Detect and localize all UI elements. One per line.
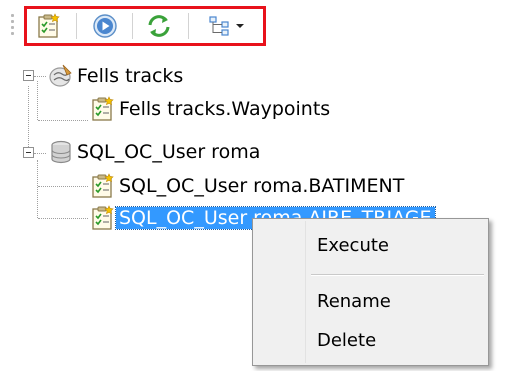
tree-node-batiment[interactable]: SQL_OC_User roma.BATIMENT — [90, 169, 407, 203]
toolbar — [0, 0, 505, 56]
tree-node-label: Fells tracks.Waypoints — [119, 98, 331, 120]
menu-item-delete[interactable]: Delete — [317, 330, 376, 351]
refresh-button[interactable] — [142, 9, 176, 43]
refresh-icon — [148, 15, 170, 37]
tree-node-fells-tracks[interactable]: Fells tracks — [48, 59, 186, 93]
tree-node-label: SQL_OC_User roma.BATIMENT — [119, 175, 405, 197]
new-query-button[interactable] — [32, 9, 66, 43]
database-icon — [51, 140, 71, 164]
tree-node-label: SQL_OC_User roma — [77, 141, 261, 163]
toolbar-grip[interactable] — [10, 14, 16, 40]
new-query-icon — [38, 13, 60, 38]
menu-separator — [311, 274, 484, 276]
query-icon — [92, 173, 114, 198]
tree-node-sql-oc-user-roma[interactable]: SQL_OC_User roma — [48, 135, 263, 169]
context-menu: Execute Rename Delete — [252, 218, 489, 366]
tree-view-dropdown-button[interactable] — [196, 9, 256, 43]
menu-item-execute[interactable]: Execute — [317, 235, 389, 256]
tree-node-waypoints[interactable]: Fells tracks.Waypoints — [90, 92, 333, 126]
query-icon — [92, 205, 114, 230]
execute-icon — [93, 14, 117, 38]
execute-button[interactable] — [88, 9, 122, 43]
layer-source-icon — [49, 64, 72, 87]
query-icon — [92, 96, 114, 121]
collapse-toggle[interactable] — [23, 147, 34, 158]
chevron-down-icon — [236, 24, 244, 28]
tree-node-label: Fells tracks — [77, 65, 184, 87]
collapse-toggle[interactable] — [23, 70, 34, 81]
menu-icon-gutter — [255, 221, 306, 363]
tree-view-icon — [209, 16, 229, 36]
menu-item-rename[interactable]: Rename — [317, 291, 391, 312]
